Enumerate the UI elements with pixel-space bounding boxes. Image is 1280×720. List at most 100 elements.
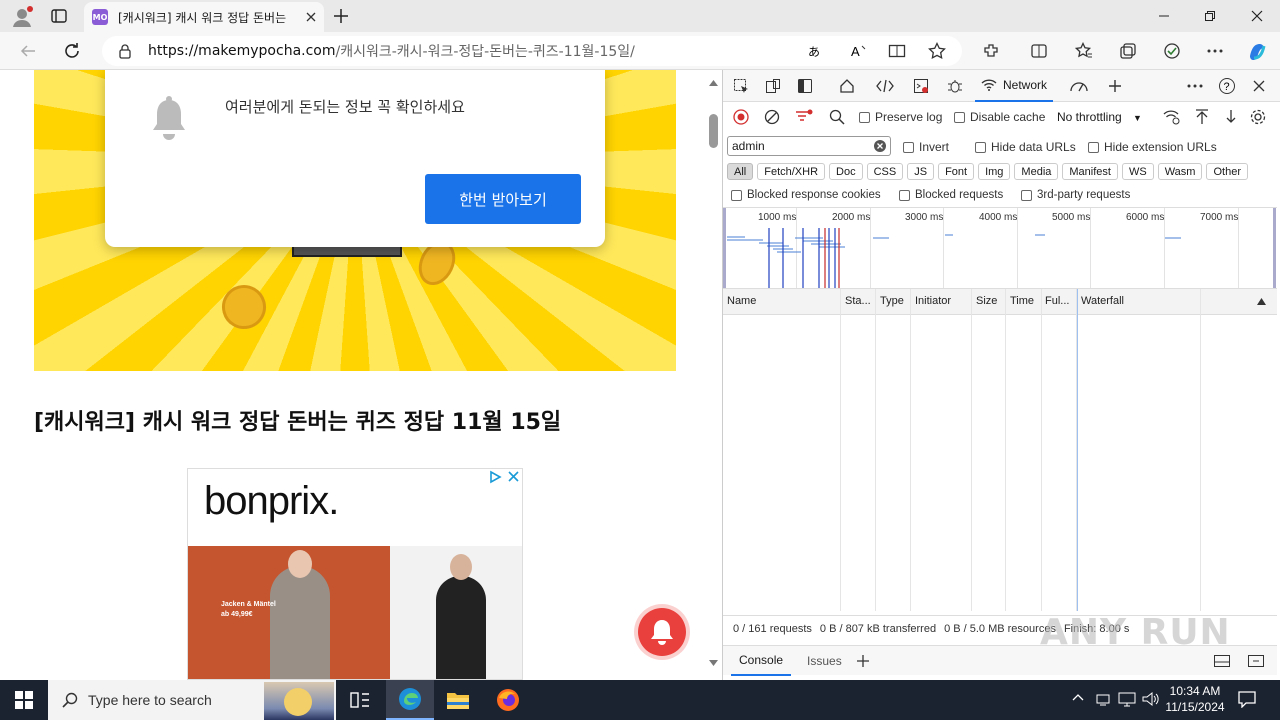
- more-tools-plus-icon[interactable]: [1105, 76, 1125, 96]
- show-hidden-icons-chevron-icon[interactable]: [1072, 693, 1084, 701]
- ethernet-tray-icon[interactable]: [1118, 691, 1136, 707]
- filter-chip-media[interactable]: Media: [1014, 163, 1059, 180]
- welcome-home-icon[interactable]: [837, 76, 857, 96]
- start-button-icon[interactable]: [0, 680, 48, 720]
- filter-chip-img[interactable]: Img: [978, 163, 1011, 180]
- device-emulation-icon[interactable]: [763, 76, 783, 96]
- lock-icon[interactable]: [118, 43, 132, 59]
- back-icon[interactable]: [14, 37, 42, 65]
- devtools-menu-icon[interactable]: [1185, 76, 1205, 96]
- filter-chip-manifest[interactable]: Manifest: [1062, 163, 1118, 180]
- sources-debugger-icon[interactable]: [945, 76, 965, 96]
- invert-checkbox[interactable]: Invert: [903, 140, 949, 154]
- filter-chip-doc[interactable]: Doc: [829, 163, 863, 180]
- blocked-requests-checkbox[interactable]: Blocked requests: [899, 189, 1003, 201]
- taskbar-search-box[interactable]: Type here to search: [48, 680, 336, 720]
- drawer-tab-console[interactable]: Console: [731, 646, 792, 676]
- copilot-icon[interactable]: [1243, 37, 1271, 65]
- close-window-button[interactable]: [1234, 0, 1280, 32]
- web-page: 여러분에게 돈되는 정보 꼭 확인하세요 한번 받아보기 [캐시워크] 캐시 워…: [0, 70, 722, 680]
- extensions-icon[interactable]: [977, 37, 1005, 65]
- ad-model-image[interactable]: [390, 546, 522, 679]
- inspect-element-icon[interactable]: [731, 76, 751, 96]
- browser-essentials-icon[interactable]: [1158, 37, 1186, 65]
- scroll-down-icon[interactable]: [709, 660, 718, 666]
- drawer-dock-icon[interactable]: [1213, 654, 1231, 668]
- disable-cache-checkbox[interactable]: Disable cache: [954, 110, 1045, 124]
- drawer-tab-issues[interactable]: Issues: [799, 646, 850, 676]
- tab-active[interactable]: MO [캐시워크] 캐시 워크 정답 돈버는: [84, 2, 324, 32]
- filter-chip-fetch-xhr[interactable]: Fetch/XHR: [757, 163, 826, 180]
- network-settings-gear-icon[interactable]: [1249, 108, 1267, 126]
- hide-extension-urls-checkbox[interactable]: Hide extension URLs: [1088, 140, 1217, 154]
- export-har-icon[interactable]: [1225, 109, 1237, 125]
- performance-icon[interactable]: [1069, 76, 1089, 96]
- subscribe-button[interactable]: 한번 받아보기: [425, 174, 581, 224]
- new-tab-icon[interactable]: [332, 7, 350, 25]
- scroll-up-icon[interactable]: [709, 80, 718, 86]
- settings-more-icon[interactable]: [1201, 37, 1229, 65]
- page-scrollbar[interactable]: [706, 70, 722, 680]
- edge-taskbar-icon[interactable]: [386, 680, 434, 720]
- preserve-log-checkbox[interactable]: Preserve log: [859, 110, 942, 124]
- scrollbar-thumb[interactable]: [709, 114, 718, 148]
- network-conditions-icon[interactable]: [1163, 109, 1181, 125]
- taskbar-clock[interactable]: 10:34 AM 11/15/2024: [1160, 683, 1230, 715]
- clear-filter-icon[interactable]: [874, 140, 886, 152]
- filter-chip-wasm[interactable]: Wasm: [1157, 163, 1203, 180]
- anyrun-watermark: ANY RUN: [1040, 612, 1231, 653]
- help-icon[interactable]: ?: [1217, 76, 1237, 96]
- ad-close-icon[interactable]: [508, 471, 519, 482]
- split-screen-icon[interactable]: [1025, 37, 1053, 65]
- add-drawer-tab-icon[interactable]: [856, 654, 870, 668]
- favorite-star-icon[interactable]: [928, 42, 946, 60]
- hide-data-urls-checkbox[interactable]: Hide data URLs: [975, 140, 1076, 154]
- tab-close-icon[interactable]: [306, 12, 316, 22]
- search-icon[interactable]: [829, 109, 845, 125]
- filter-input[interactable]: admin: [727, 136, 891, 156]
- filter-chip-ws[interactable]: WS: [1121, 163, 1154, 180]
- read-aloud-icon[interactable]: A: [850, 43, 868, 59]
- import-har-icon[interactable]: [1195, 109, 1209, 125]
- favorites-icon[interactable]: [1070, 37, 1098, 65]
- notifications-icon[interactable]: [1238, 690, 1256, 708]
- close-devtools-icon[interactable]: [1249, 76, 1269, 96]
- translate-icon[interactable]: あ: [808, 43, 826, 59]
- task-view-icon[interactable]: [336, 680, 384, 720]
- network-tray-icon[interactable]: [1096, 691, 1110, 707]
- filter-chip-css[interactable]: CSS: [866, 163, 904, 180]
- filter-chip-font[interactable]: Font: [938, 163, 975, 180]
- profile-avatar-icon[interactable]: [10, 5, 34, 29]
- advertisement[interactable]: bonprix. Jacken & Mäntel ab 49,99€: [187, 468, 523, 680]
- dock-side-icon[interactable]: [795, 76, 815, 96]
- throttling-select[interactable]: No throttling ▼: [1057, 110, 1142, 124]
- filter-chip-other[interactable]: Other: [1206, 163, 1248, 180]
- minimize-button[interactable]: [1141, 0, 1187, 32]
- notification-bell-button[interactable]: [638, 608, 686, 656]
- record-icon[interactable]: [733, 109, 749, 125]
- tab-network[interactable]: Network: [975, 70, 1054, 102]
- address-bar[interactable]: https://makemypocha.com/캐시워크-캐시-워크-정답-돈버…: [102, 36, 962, 66]
- collections-icon[interactable]: [1114, 37, 1142, 65]
- blocked-response-cookies-checkbox[interactable]: Blocked response cookies: [731, 189, 881, 201]
- status-transferred: 0 B / 807 kB transferred: [819, 622, 937, 635]
- adchoices-icon[interactable]: [488, 470, 502, 484]
- tab-actions-icon[interactable]: [50, 7, 68, 25]
- clear-icon[interactable]: [764, 109, 780, 125]
- refresh-icon[interactable]: [58, 37, 86, 65]
- file-explorer-icon[interactable]: [434, 680, 482, 720]
- filter-chip-js[interactable]: JS: [907, 163, 935, 180]
- firefox-icon[interactable]: [484, 680, 532, 720]
- drawer-close-icon[interactable]: [1247, 654, 1265, 668]
- restore-button[interactable]: [1187, 0, 1233, 32]
- console-tab-icon[interactable]: [911, 76, 931, 96]
- elements-tab-icon[interactable]: [875, 76, 895, 96]
- immersive-reader-icon[interactable]: [888, 42, 906, 60]
- network-overview-timeline[interactable]: 1000 ms 2000 ms 3000 ms 4000 ms 5000 ms …: [723, 207, 1277, 289]
- filter-icon[interactable]: [795, 109, 813, 125]
- third-party-requests-checkbox[interactable]: 3rd-party requests: [1021, 189, 1130, 201]
- requests-table-body[interactable]: [723, 289, 1277, 615]
- volume-icon[interactable]: [1142, 691, 1160, 707]
- ad-model-image[interactable]: [188, 546, 390, 679]
- filter-chip-all[interactable]: All: [727, 163, 754, 180]
